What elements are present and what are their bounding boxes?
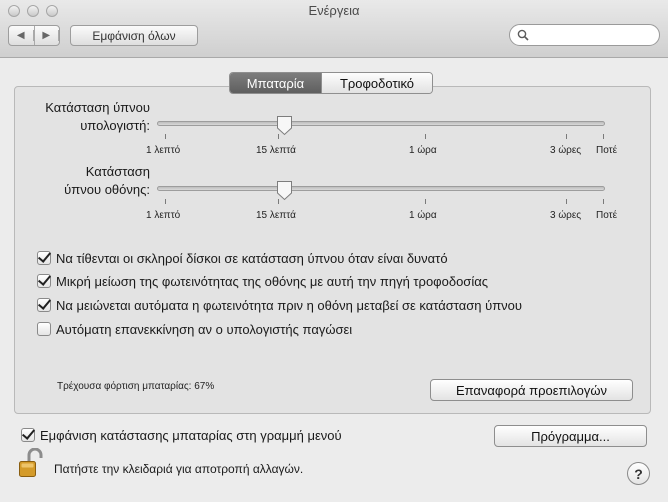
menu-bar-battery-label: Εμφάνιση κατάστασης μπαταρίας στη γραμμή… — [40, 427, 342, 443]
lock-message: Πατήστε την κλειδαριά για αποτροπή αλλαγ… — [54, 462, 304, 476]
search-icon — [517, 29, 529, 41]
display-sleep-slider-track[interactable] — [157, 186, 605, 191]
computer-sleep-slider-track[interactable] — [157, 121, 605, 126]
display-sleep-tick — [566, 199, 567, 204]
computer-sleep-tick-label: 1 ώρα — [409, 145, 437, 156]
computer-sleep-tick-label: Ποτέ — [596, 145, 618, 156]
computer-sleep-tick-label: 3 ώρες — [550, 145, 582, 156]
option-auto-reduce-brightness[interactable]: Να μειώνεται αυτόματα η φωτεινότητα πριν… — [37, 297, 522, 313]
display-sleep-tick-label: Ποτέ — [596, 210, 618, 221]
menu-bar-battery-checkbox[interactable] — [21, 428, 35, 442]
dim-display-label: Μικρή μείωση της φωτεινότητας της οθόνης… — [56, 273, 488, 289]
computer-sleep-tick — [165, 134, 166, 139]
battery-charge-status: Τρέχουσα φόρτιση μπαταρίας: 67% — [57, 381, 215, 392]
display-sleep-slider-knob[interactable] — [276, 180, 293, 201]
option-auto-restart[interactable]: Αυτόματη επανεκκίνηση αν ο υπολογιστής π… — [37, 321, 352, 337]
restore-defaults-button[interactable]: Επαναφορά προεπιλογών — [430, 379, 633, 401]
hard-disk-sleep-checkbox[interactable] — [37, 251, 51, 265]
back-button[interactable]: ◀ — [9, 26, 35, 45]
computer-sleep-tick — [603, 134, 604, 139]
title-bar: Ενέργεια ◀ ▶ Εμφάνιση όλων — [0, 0, 668, 58]
tab-battery[interactable]: Μπαταρία — [230, 73, 322, 93]
auto-reduce-brightness-checkbox[interactable] — [37, 298, 51, 312]
display-sleep-tick — [165, 199, 166, 204]
display-sleep-tick-label: 1 ώρα — [409, 210, 437, 221]
search-field[interactable] — [509, 24, 660, 46]
back-forward-control: ◀ ▶ — [8, 25, 60, 46]
window-title: Ενέργεια — [308, 3, 360, 18]
display-sleep-label: Κατάσταση ύπνου οθόνης: — [64, 164, 150, 197]
auto-restart-label: Αυτόματη επανεκκίνηση αν ο υπολογιστής π… — [56, 321, 353, 337]
display-sleep-tick-label: 3 ώρες — [550, 210, 582, 221]
tab-bar: Μπαταρία Τροφοδοτικό — [229, 72, 433, 94]
help-icon: ? — [634, 465, 643, 482]
help-button[interactable]: ? — [627, 462, 650, 485]
computer-sleep-tick-label: 15 λεπτά — [256, 145, 296, 156]
option-dim-display[interactable]: Μικρή μείωση της φωτεινότητας της οθόνης… — [37, 273, 488, 289]
hard-disk-sleep-label: Να τίθενται οι σκληροί δίσκοι σε κατάστα… — [56, 250, 448, 266]
computer-sleep-tick-label: 1 λεπτό — [146, 145, 181, 156]
display-sleep-tick-label: 15 λεπτά — [256, 210, 296, 221]
auto-reduce-brightness-label: Να μειώνεται αυτόματα η φωτεινότητα πριν… — [56, 297, 523, 313]
forward-button[interactable]: ▶ — [35, 26, 59, 45]
option-hard-disk-sleep[interactable]: Να τίθενται οι σκληροί δίσκοι σε κατάστα… — [37, 250, 448, 266]
option-menu-bar-battery[interactable]: Εμφάνιση κατάστασης μπαταρίας στη γραμμή… — [21, 427, 342, 443]
computer-sleep-label: Κατάσταση ύπνου υπολογιστή: — [45, 100, 150, 133]
auto-restart-checkbox[interactable] — [37, 322, 51, 336]
display-sleep-tick — [425, 199, 426, 204]
dim-display-checkbox[interactable] — [37, 274, 51, 288]
lock-icon[interactable] — [18, 448, 44, 480]
computer-sleep-tick — [566, 134, 567, 139]
display-sleep-tick-label: 1 λεπτό — [146, 210, 181, 221]
computer-sleep-tick — [425, 134, 426, 139]
tab-power-adapter[interactable]: Τροφοδοτικό — [322, 73, 432, 93]
display-sleep-tick — [603, 199, 604, 204]
forward-arrow-icon: ▶ — [35, 30, 59, 41]
computer-sleep-slider-knob[interactable] — [276, 115, 293, 136]
back-arrow-icon: ◀ — [9, 30, 34, 41]
schedule-button[interactable]: Πρόγραμμα... — [494, 425, 647, 447]
energy-saver-window: Ενέργεια ◀ ▶ Εμφάνιση όλων Μπαταρία Τροφ… — [0, 0, 668, 502]
show-all-button[interactable]: Εμφάνιση όλων — [70, 25, 198, 46]
